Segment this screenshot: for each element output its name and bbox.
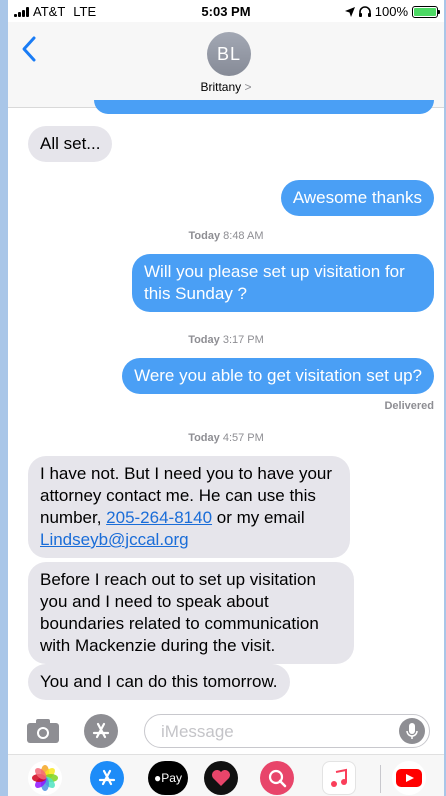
app-drawer: ●Pay [8, 754, 444, 796]
location-icon [344, 6, 355, 17]
message-incoming[interactable]: All set... [28, 126, 113, 162]
contact-name: Brittany [200, 80, 242, 94]
message-input-placeholder: iMessage [161, 722, 234, 741]
contact-name-button[interactable]: Brittany > [8, 80, 444, 94]
email-link[interactable]: Lindseyb@jccal.org [40, 530, 189, 549]
mic-glyph-icon [406, 723, 418, 739]
timestamp: Today 8:48 AM [188, 230, 264, 242]
music-icon[interactable] [322, 761, 356, 795]
headphones-icon [358, 6, 371, 17]
compose-bar: iMessage [8, 708, 444, 754]
message-input[interactable]: iMessage [144, 714, 430, 748]
magnifier-glyph-icon [268, 769, 287, 788]
message-outgoing[interactable]: Were you able to get visitation set up? [122, 358, 434, 394]
music-note-glyph-icon [331, 768, 347, 787]
youtube-icon[interactable] [392, 761, 426, 795]
web-images-icon[interactable] [260, 761, 294, 795]
message-outgoing[interactable]: Will you please set up visitation for th… [132, 254, 434, 312]
message-bubble-partial [94, 100, 434, 114]
message-incoming[interactable]: Before I reach out to set up visitation … [28, 562, 354, 664]
photos-icon[interactable] [28, 761, 62, 795]
back-chevron-icon[interactable] [18, 32, 40, 66]
photos-glyph-icon [32, 765, 58, 791]
youtube-glyph-icon [396, 769, 422, 787]
apple-pay-label: ●Pay [154, 771, 182, 785]
conversation-header: BL Brittany > [8, 22, 444, 108]
avatar[interactable]: BL [207, 32, 251, 76]
delivered-status: Delivered [384, 400, 434, 412]
phone-screen: AT&T LTE 5:03 PM 100% BL Brittany > All … [8, 0, 444, 796]
chevron-right-icon: > [244, 80, 252, 94]
digital-touch-icon[interactable] [204, 761, 238, 795]
phone-link[interactable]: 205-264-8140 [106, 508, 212, 527]
apple-pay-icon[interactable]: ●Pay [148, 761, 188, 795]
status-bar: AT&T LTE 5:03 PM 100% [8, 0, 444, 22]
app-store-icon[interactable] [84, 714, 118, 748]
microphone-icon[interactable] [399, 718, 425, 744]
app-store-glyph-icon [92, 722, 110, 739]
message-incoming[interactable]: I have not. But I need you to have your … [28, 456, 350, 558]
timestamp: Today 4:57 PM [188, 432, 264, 444]
battery-percent: 100% [374, 4, 408, 19]
camera-icon[interactable] [26, 718, 60, 744]
app-store-glyph-icon [98, 769, 116, 786]
drawer-divider [380, 765, 381, 793]
message-outgoing[interactable]: Awesome thanks [280, 180, 434, 216]
heart-glyph-icon [212, 770, 230, 786]
message-incoming[interactable]: You and I can do this tomorrow. [28, 664, 290, 700]
timestamp: Today 3:17 PM [188, 334, 264, 346]
app-store-icon[interactable] [90, 761, 124, 795]
battery-icon [412, 5, 440, 18]
status-right: 100% [344, 4, 440, 19]
